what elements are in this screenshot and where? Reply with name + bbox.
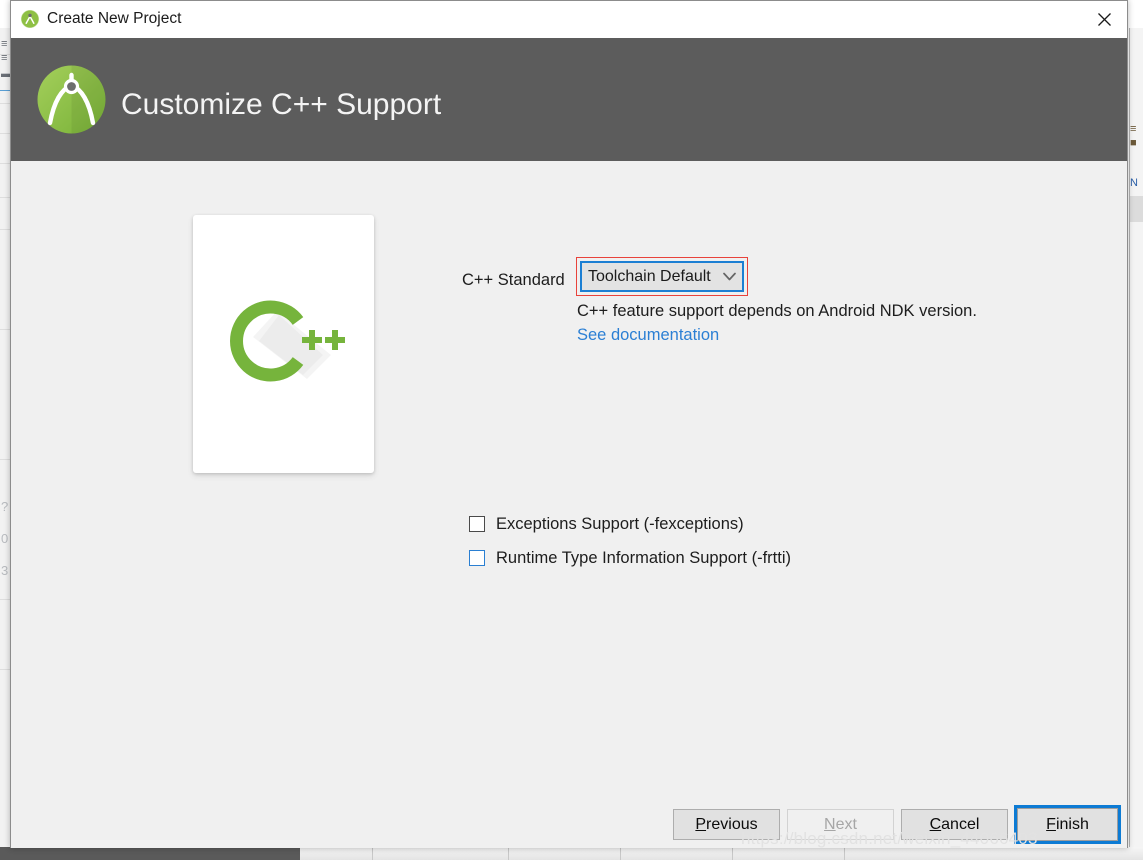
background-right-char-0: ≡	[1130, 124, 1137, 135]
background-taskbar	[300, 847, 1143, 860]
background-right-char-2: N	[1130, 178, 1138, 189]
background-right-char-1: ■	[1130, 138, 1137, 149]
rtti-support-label: Runtime Type Information Support (-frtti…	[496, 549, 791, 567]
finish-button[interactable]: Finish	[1017, 808, 1118, 841]
finish-button-label: inish	[1055, 815, 1089, 833]
checkbox-row-rtti[interactable]: Runtime Type Information Support (-frtti…	[469, 546, 791, 570]
android-studio-logo	[33, 61, 110, 138]
dialog-titlebar: Create New Project	[11, 1, 1127, 38]
create-new-project-dialog: Create New Project Customize C++ Support…	[10, 0, 1128, 848]
dialog-header: Customize C++ Support	[11, 38, 1127, 161]
previous-button-label: revious	[706, 815, 758, 833]
dialog-footer: Previous Next Cancel Finish	[11, 799, 1127, 848]
background-right-panel: ≡ ■ N	[1129, 28, 1143, 848]
see-documentation-link[interactable]: See documentation	[577, 324, 719, 346]
close-icon[interactable]	[1081, 1, 1127, 38]
next-button[interactable]: Next	[787, 809, 894, 840]
previous-button[interactable]: Previous	[673, 809, 780, 840]
dialog-body: C++ Standard Toolchain Default C++ featu…	[11, 161, 1127, 799]
cpp-standard-help-text: C++ feature support depends on Android N…	[577, 302, 977, 320]
finish-button-mnemonic: F	[1046, 815, 1056, 833]
exceptions-support-checkbox[interactable]	[469, 516, 485, 532]
exceptions-support-label: Exceptions Support (-fexceptions)	[496, 515, 744, 533]
checkbox-row-exceptions[interactable]: Exceptions Support (-fexceptions)	[469, 512, 744, 536]
cpp-standard-select[interactable]: Toolchain Default	[580, 261, 744, 292]
rtti-support-checkbox[interactable]	[469, 550, 485, 566]
cancel-button-label: ancel	[941, 815, 980, 833]
android-studio-icon	[20, 9, 40, 29]
cpp-standard-label: C++ Standard	[462, 271, 565, 289]
cancel-button-mnemonic: C	[929, 815, 942, 833]
previous-button-mnemonic: P	[695, 815, 707, 833]
cancel-button[interactable]: Cancel	[901, 809, 1008, 840]
page-title: Customize C++ Support	[121, 88, 442, 121]
next-button-label: ext	[835, 815, 857, 833]
cpp-standard-selected-value: Toolchain Default	[588, 267, 711, 285]
next-button-mnemonic: N	[824, 815, 836, 833]
dialog-title: Create New Project	[47, 10, 182, 27]
cpp-options-form: C++ Standard Toolchain Default C++ featu…	[11, 161, 1127, 799]
chevron-down-icon	[716, 272, 742, 281]
